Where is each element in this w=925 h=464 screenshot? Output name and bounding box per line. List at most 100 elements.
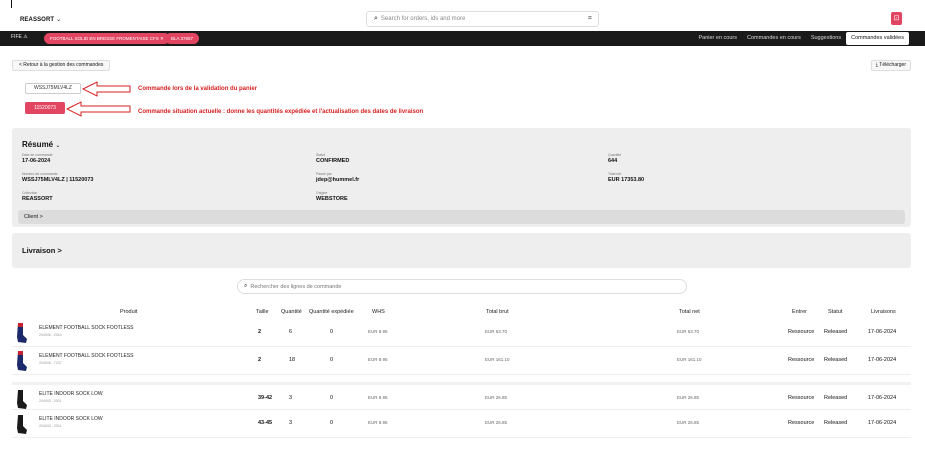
- field-value: EUR 17353.80: [608, 177, 645, 183]
- product-name[interactable]: ELITE INDOOR SOCK LOW: [39, 416, 103, 422]
- download-button[interactable]: ⤓ Télécharger: [870, 60, 911, 71]
- cell-delivery: 17-06-2024: [868, 395, 897, 401]
- annotation-original: Commande lors de la validation du panier: [138, 86, 258, 92]
- cell-status: Released: [824, 357, 848, 363]
- cell-delivery: 17-06-2024: [868, 329, 897, 335]
- cell-whs: EUR 8.95: [368, 329, 388, 334]
- field-label: Statut: [316, 153, 326, 157]
- annotation-current: Commande situation actuelle : donne les …: [138, 109, 424, 115]
- cell-gross: EUR 26.85: [485, 420, 508, 425]
- cell-delivery: 17-06-2024: [868, 357, 897, 363]
- cell-net: EUR 26.85: [677, 395, 700, 400]
- cart-icon[interactable]: ⊡: [891, 12, 902, 25]
- table-row[interactable]: ELITE INDOOR SOCK LOW 204043 - 2001 43-45 3…: [12, 410, 911, 438]
- summary-panel: Résumé ⌄ Date de commande 17-06-2024 Numé…: [12, 128, 911, 227]
- arrow-left-icon: [66, 101, 131, 117]
- cell-shipped: 0: [330, 420, 334, 426]
- chevron-down-icon: ⌄: [56, 17, 62, 23]
- cell-entry: Ressource: [788, 420, 815, 426]
- filter-pill-club[interactable]: FOOTBALL SOLID EN BRESSE FROMENTAISE CFS…: [44, 33, 170, 44]
- delivery-panel: Livraison >: [12, 233, 911, 268]
- cell-shipped: 0: [330, 395, 334, 401]
- cell-whs: EUR 8.95: [368, 357, 388, 362]
- cell-entry: Ressource: [788, 357, 815, 363]
- cell-qty: 3: [289, 420, 293, 426]
- cell-size: 2: [258, 357, 262, 363]
- product-thumbnail: [17, 415, 27, 434]
- order-id-original[interactable]: WSSJ75MLV4LZ: [25, 83, 81, 94]
- cell-shipped: 0: [330, 329, 334, 335]
- search-placeholder: Search for orders, ids and more: [380, 16, 466, 22]
- product-thumbnail: [17, 323, 27, 343]
- col-header-delivery: Livraisons: [871, 309, 896, 315]
- table-row[interactable]: ELEMENT FOOTBALL SOCK FOOTLESS 204046 - 7…: [12, 347, 911, 375]
- field-origin: Origine WEBSTORE: [316, 191, 348, 202]
- client-toggle[interactable]: Client >: [18, 210, 905, 224]
- product-code: 204046 - 2043: [39, 333, 62, 337]
- order-id-current[interactable]: 11520073: [25, 102, 65, 114]
- cell-size: 43-45: [258, 420, 273, 426]
- col-header-entry: Entrer: [792, 309, 807, 315]
- field-value: 17-06-2024: [22, 158, 51, 164]
- cell-size: 2: [258, 329, 262, 335]
- cell-entry: Ressource: [788, 329, 815, 335]
- product-name[interactable]: ELEMENT FOOTBALL SOCK FOOTLESS: [39, 353, 133, 359]
- site-label: FIFE ⚠: [11, 34, 28, 40]
- nav-bar: FIFE ⚠ FOOTBALL SOLID EN BRESSE FROMENTA…: [0, 31, 925, 46]
- field-label: Total net: [608, 172, 622, 176]
- text-cursor: [11, 0, 12, 8]
- order-lines-search[interactable]: ⌕ Rechercher des lignes de commande: [237, 279, 687, 294]
- field-collection: Collection REASSORT: [22, 191, 53, 202]
- tab-commandes-validees[interactable]: Commandes validées: [846, 32, 909, 45]
- cell-gross: EUR 161.10: [485, 357, 510, 362]
- tab-panier-en-cours[interactable]: Panier en cours: [693, 32, 742, 45]
- col-header-net: Total net: [679, 309, 700, 315]
- cell-status: Released: [824, 329, 848, 335]
- global-search[interactable]: ⌕ Search for orders, ids and more ⌗: [366, 11, 599, 27]
- collection-name: REASSORT: [20, 17, 55, 23]
- product-code: 204043 - 2001: [39, 399, 62, 403]
- field-order-date: Date de commande 17-06-2024: [22, 153, 53, 164]
- col-header-gross: Total brut: [486, 309, 509, 315]
- field-label: Quantité: [608, 153, 622, 157]
- field-value: CONFIRMED: [316, 158, 350, 164]
- field-total-net: Total net EUR 17353.80: [608, 172, 644, 183]
- cell-status: Released: [824, 395, 848, 401]
- col-header-shipped: Quantité expédiée: [309, 309, 354, 315]
- chevron-down-icon: ⌄: [55, 143, 61, 149]
- product-name[interactable]: ELITE INDOOR SOCK LOW: [39, 391, 103, 397]
- product-thumbnail: [17, 390, 27, 409]
- field-label: Origine: [316, 191, 328, 195]
- cell-status: Released: [824, 420, 848, 426]
- field-quantity: Quantité 644: [608, 153, 621, 164]
- field-value: WSSJ75MLV4LZ | 11520073: [22, 177, 94, 183]
- nav-tabs: Panier en cours Commandes en cours Sugge…: [693, 32, 909, 45]
- delivery-toggle[interactable]: Livraison >: [22, 246, 62, 255]
- product-code: 204043 - 2001: [39, 424, 62, 428]
- summary-toggle[interactable]: Résumé ⌄: [22, 140, 60, 149]
- filter-pill-number[interactable]: BLA 37657: [165, 33, 200, 44]
- table-row[interactable]: ELEMENT FOOTBALL SOCK FOOTLESS 204046 - 2…: [12, 319, 911, 347]
- order-lines-search-placeholder: Rechercher des lignes de commande: [250, 283, 342, 290]
- cell-gross: EUR 53.70: [485, 329, 508, 334]
- cell-entry: Ressource: [788, 395, 815, 401]
- tab-commandes-en-cours[interactable]: Commandes en cours: [742, 32, 806, 45]
- col-header-size: Taille: [256, 309, 269, 315]
- cell-gross: EUR 26.85: [485, 395, 508, 400]
- col-header-product: Produit: [120, 309, 138, 315]
- table-row[interactable]: ELITE INDOOR SOCK LOW 204043 - 2001 39-42 3…: [12, 382, 911, 410]
- tab-suggestions[interactable]: Suggestions: [806, 32, 846, 45]
- scan-icon[interactable]: ⌗: [588, 15, 592, 23]
- cell-whs: EUR 8.95: [368, 395, 388, 400]
- field-value: WEBSTORE: [316, 196, 348, 202]
- summary-title: Résumé: [22, 140, 54, 149]
- collection-selector[interactable]: REASSORT ⌄: [20, 16, 61, 23]
- back-button[interactable]: < Retour à la gestion des commandes: [12, 60, 111, 71]
- field-order-number: Numéro de commande WSSJ75MLV4LZ | 1152007…: [22, 172, 93, 183]
- field-placed-by: Passé par jdep@hummel.fr: [316, 172, 359, 183]
- product-name[interactable]: ELEMENT FOOTBALL SOCK FOOTLESS: [39, 325, 133, 331]
- cell-shipped: 0: [330, 357, 334, 363]
- cell-qty: 18: [289, 357, 296, 363]
- field-value: REASSORT: [22, 196, 53, 202]
- cell-qty: 3: [289, 395, 293, 401]
